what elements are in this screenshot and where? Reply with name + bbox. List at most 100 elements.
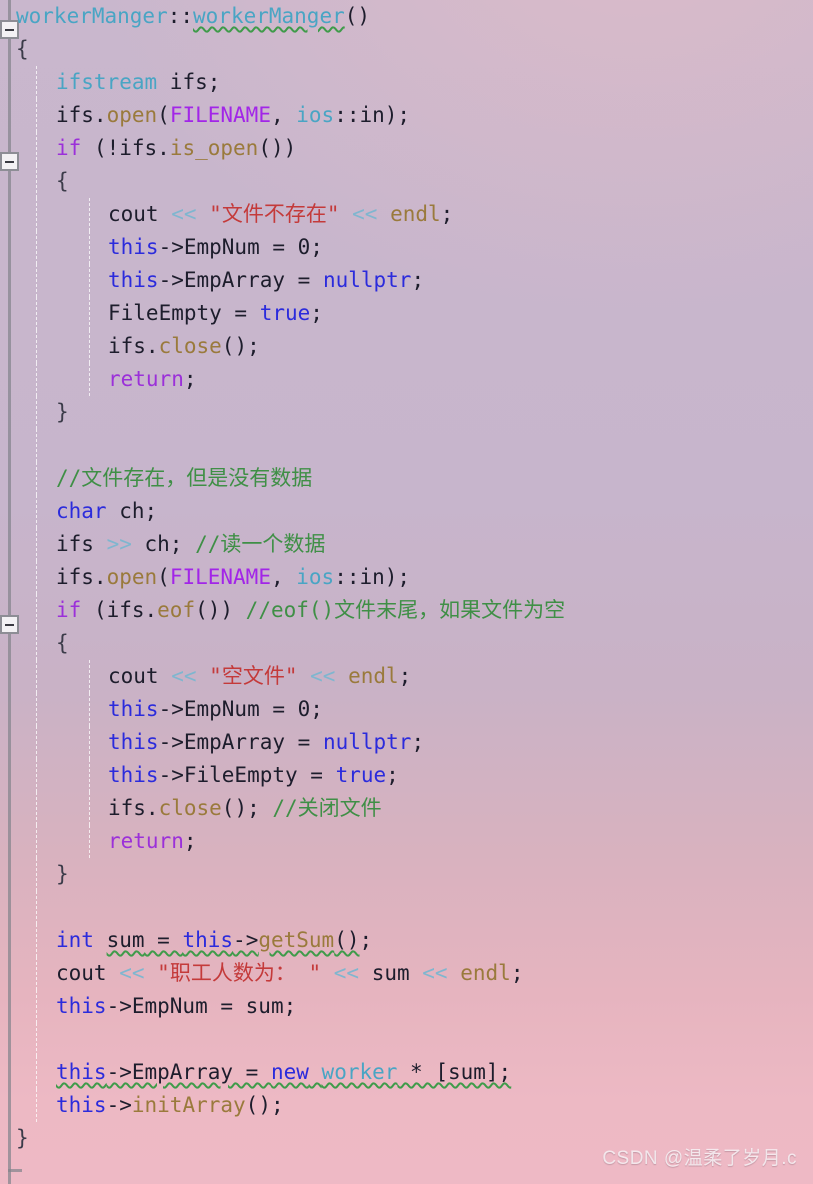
code-line-text: cout << "空文件" << endl; (108, 664, 411, 688)
code-token-kw2: char (56, 499, 107, 523)
code-token-op: << (333, 961, 360, 985)
code-line[interactable]: this->EmpNum = 0; (0, 231, 813, 264)
code-token-brace: } (56, 400, 69, 424)
code-line[interactable]: int sum = this->getSum(); (0, 924, 813, 957)
code-line-text: this->EmpArray = new worker * [sum]; (56, 1060, 511, 1084)
indent-guide (36, 1023, 37, 1056)
code-line[interactable] (0, 429, 813, 462)
code-token-kw2: this (108, 697, 159, 721)
code-token-fn: endl (460, 961, 511, 985)
code-line[interactable]: if (ifs.eof()) //eof()文件末尾，如果文件为空 (0, 594, 813, 627)
csdn-watermark: CSDN @温柔了岁月.c (602, 1148, 797, 1169)
code-token-op: << (171, 664, 197, 688)
code-line[interactable]: return; (0, 363, 813, 396)
code-line[interactable] (0, 891, 813, 924)
indent-guide (36, 429, 37, 462)
indent-guide (36, 198, 37, 231)
code-line-text: ifs.open(FILENAME, ios::in); (56, 103, 410, 127)
code-token-kw2: nullptr (322, 730, 412, 754)
code-line[interactable]: } (0, 396, 813, 429)
code-token-plain: (); (221, 334, 260, 358)
code-line-text: } (56, 862, 69, 886)
code-token-plain: = (144, 928, 183, 952)
code-token-plain: ; (310, 301, 323, 325)
code-line[interactable]: this->EmpArray = nullptr; (0, 264, 813, 297)
code-token-kw2: true (335, 763, 387, 787)
code-line[interactable] (0, 1023, 813, 1056)
code-token-plain: ()) (258, 136, 297, 160)
code-line[interactable]: cout << "职工人数为： " << sum << endl; (0, 957, 813, 990)
code-line[interactable]: char ch; (0, 495, 813, 528)
code-line-text: this->initArray(); (56, 1093, 284, 1117)
code-line[interactable]: ifs.open(FILENAME, ios::in); (0, 99, 813, 132)
code-line-text: } (56, 400, 69, 424)
code-token-plain: ch; (106, 499, 158, 523)
code-line[interactable]: this->FileEmpty = true; (0, 759, 813, 792)
code-token-brace: { (56, 169, 69, 193)
indent-guide (36, 924, 37, 957)
code-line-text: cout << "文件不存在" << endl; (108, 202, 453, 226)
code-token-fn: initArray (131, 1093, 246, 1117)
code-line[interactable]: ifs.open(FILENAME, ios::in); (0, 561, 813, 594)
code-line-text: this->FileEmpty = true; (108, 763, 399, 787)
code-token-plain: ()) (195, 598, 246, 622)
code-line[interactable]: ifs.close(); //关闭文件 (0, 792, 813, 825)
code-token-op: << (171, 202, 197, 226)
code-line[interactable]: cout << "文件不存在" << endl; (0, 198, 813, 231)
code-token-cmt: //读一个数据 (195, 532, 326, 556)
code-token-plain: ; (411, 730, 425, 754)
indent-guide (36, 495, 37, 528)
indent-guide (36, 759, 37, 792)
code-line-text: if (!ifs.is_open()) (56, 136, 296, 160)
code-token-kw2: nullptr (322, 268, 412, 292)
code-line[interactable]: //文件存在，但是没有数据 (0, 462, 813, 495)
code-line-text: ifs >> ch; //读一个数据 (56, 532, 325, 556)
code-token-plain: cout (56, 961, 120, 985)
code-token-kw2: this (108, 763, 159, 787)
indent-guide (36, 660, 37, 693)
code-line[interactable]: return; (0, 825, 813, 858)
code-token-type: ios (296, 565, 335, 589)
code-line[interactable]: this->EmpNum = sum; (0, 990, 813, 1023)
indent-guide (89, 825, 90, 858)
code-token-plain: (); (245, 1093, 284, 1117)
code-line[interactable]: { (0, 33, 813, 66)
code-line[interactable]: cout << "空文件" << endl; (0, 660, 813, 693)
code-line[interactable]: this->EmpArray = nullptr; (0, 726, 813, 759)
code-line[interactable]: if (!ifs.is_open()) (0, 132, 813, 165)
code-line[interactable]: ifs.close(); (0, 330, 813, 363)
indent-guide (36, 528, 37, 561)
code-line[interactable]: FileEmpty = true; (0, 297, 813, 330)
code-token-fn: endl (348, 664, 399, 688)
code-line[interactable]: } (0, 858, 813, 891)
code-token-plain: ; (386, 763, 399, 787)
code-line[interactable]: { (0, 627, 813, 660)
code-token-plain: ; (183, 829, 197, 853)
code-token-type: workerManger (16, 4, 168, 28)
code-token-kw2: this (108, 730, 159, 754)
code-line[interactable]: this->EmpNum = 0; (0, 693, 813, 726)
code-token-plain: ->EmpArray = (158, 268, 323, 292)
code-token-type: ifstream (56, 70, 158, 94)
code-token-kw2: new (270, 1060, 309, 1084)
indent-guide (36, 462, 37, 495)
code-line[interactable]: ifstream ifs; (0, 66, 813, 99)
code-line[interactable]: workerManger::workerManger() (0, 0, 813, 33)
code-line-text: } (16, 1126, 29, 1150)
code-line[interactable]: ifs >> ch; //读一个数据 (0, 528, 813, 561)
code-token-brace: { (16, 37, 29, 61)
code-token-kw2: this (56, 1093, 107, 1117)
code-line[interactable]: { (0, 165, 813, 198)
indent-guide (89, 231, 90, 264)
code-token-type: worker (321, 1060, 398, 1084)
code-line[interactable]: this->initArray(); (0, 1089, 813, 1122)
code-token-macro: FILENAME (169, 565, 271, 589)
code-line[interactable]: this->EmpArray = new worker * [sum]; (0, 1056, 813, 1089)
code-line-text: if (ifs.eof()) //eof()文件末尾，如果文件为空 (56, 598, 565, 622)
code-token-plain: ->EmpNum = sum; (106, 994, 297, 1018)
code-token-fn: close (158, 334, 222, 358)
